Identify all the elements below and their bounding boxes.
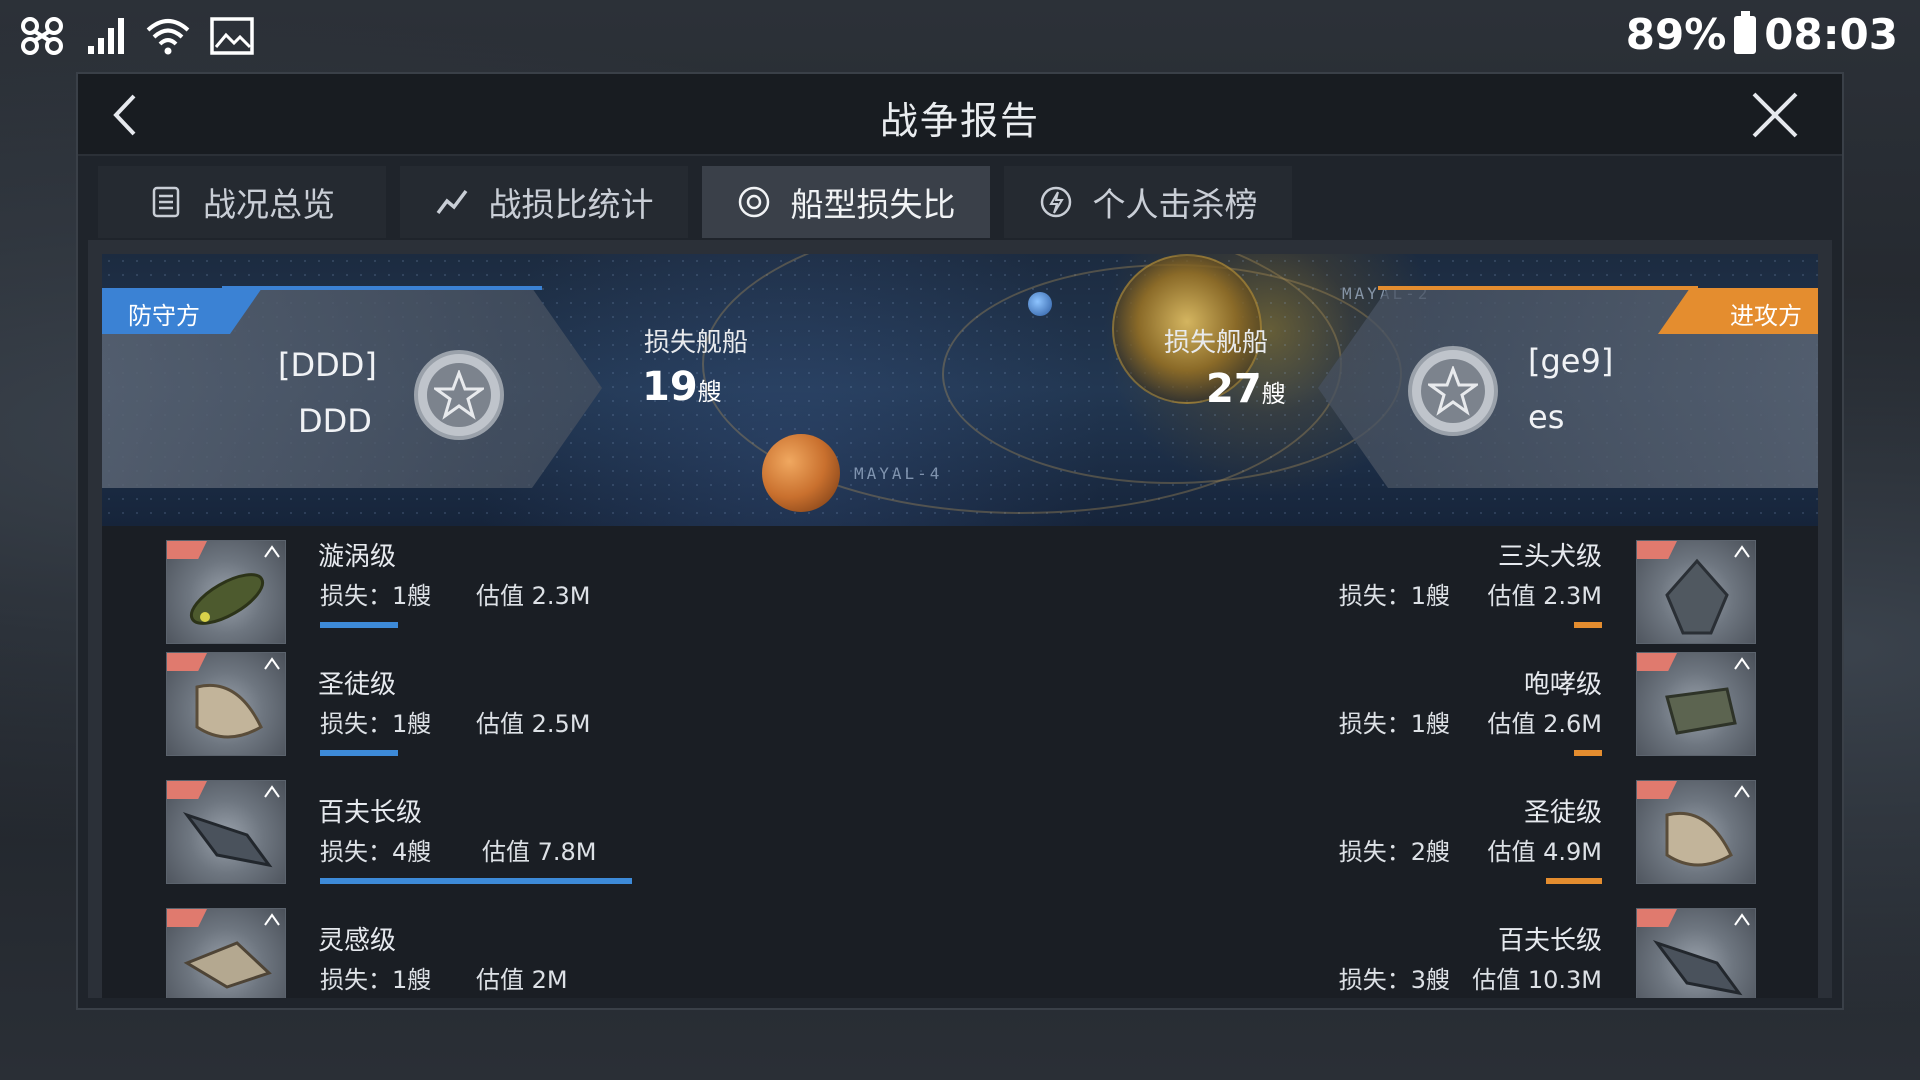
attacker-ship-name: 百夫长级 [1497,926,1602,956]
defender-guild-name: DDD [298,402,372,440]
attacker-loss-bar [1546,878,1602,884]
defender-ship-loss: 损失：4艘 [320,838,432,866]
defender-ship-loss: 损失：1艘 [320,582,432,610]
lightning-icon [1040,186,1071,218]
map-label: MAYAL-4 [854,464,943,483]
defender-ship-loss: 损失：1艘 [320,710,432,738]
defender-ship-name: 圣徒级 [318,670,397,700]
attacker-ship-loss: 损失：3艘 [1338,966,1450,994]
planet-blue [1028,292,1052,316]
defender-loss-number: 19 [642,364,698,410]
cellular-signal-icon [88,18,124,54]
attacker-ship-thumbnail[interactable] [1636,652,1756,756]
battle-banner: MAYAL-4 MAYAL-2 防守方 进攻方 [DDD] DDD [102,254,1818,526]
defender-guild-tag: [DDD] [278,346,377,384]
document-icon [152,186,180,218]
defender-ship-value: 估值 2.5M [476,710,591,738]
attacker-ship-thumbnail[interactable] [1636,780,1756,884]
tab-label: 船型损失比 [790,185,956,224]
attacker-ship-value: 估值 2.3M [1487,582,1602,610]
ship-icon [182,812,273,868]
attacker-ship-name: 圣徒级 [1523,798,1602,828]
attacker-ship-loss: 损失：2艘 [1338,838,1450,866]
content-inner[interactable]: MAYAL-4 MAYAL-2 防守方 进攻方 [DDD] DDD [102,254,1818,998]
trend-line-icon [436,189,467,215]
status-icons-right: 89% 08:03 [1626,10,1898,59]
attacker-ship-loss: 损失：1艘 [1338,710,1450,738]
tab-battle-overview[interactable]: 战况总览 [98,166,386,238]
tab-bar: 战况总览 战损比统计 船型损失比 个人击杀榜 [98,166,1292,238]
defender-ship-thumbnail[interactable] [166,540,286,644]
close-button[interactable] [1748,88,1802,142]
title-bar: 战争报告 [78,74,1842,156]
attacker-ship-loss: 损失：1艘 [1338,582,1450,610]
status-icons-left [16,14,254,58]
ship-icon [1665,558,1729,635]
defender-ship-value: 估值 7.8M [482,838,597,866]
tab-loss-ratio-stats[interactable]: 战损比统计 [400,166,688,238]
tab-label: 战况总览 [203,185,335,224]
defender-emblem[interactable] [414,350,504,440]
star-emblem-icon [1428,366,1478,416]
ship-icon [1665,811,1733,867]
defender-ship-name: 灵感级 [318,926,397,956]
defender-loss-bar [320,750,398,756]
defender-accent-line [222,286,542,290]
battery-percent: 89% [1625,10,1727,59]
star-emblem-icon [434,370,484,420]
clock: 08:03 [1764,10,1898,59]
defender-loss-count: 19艘 [642,364,722,410]
ship-icon [1665,687,1737,735]
defender-loss-label: 损失舰船 [644,328,749,358]
defender-loss-bar [320,878,632,884]
attacker-loss-number: 27 [1206,366,1262,412]
defender-loss-unit: 艘 [697,378,722,406]
defender-ship-value: 估值 2.3M [476,582,591,610]
defender-ship-name: 百夫长级 [318,798,423,828]
attacker-ship-thumbnail[interactable] [1636,908,1756,998]
war-report-dialog: 战争报告 战况总览 战损比统计 船型损失比 个人击杀榜 MAYAL-4 防守方 … [76,72,1844,1010]
attacker-ship-value: 估值 4.9M [1487,838,1602,866]
defender-ship-thumbnail[interactable] [166,652,286,756]
defender-ship-value: 估值 2M [476,966,568,994]
defender-ship-thumbnail[interactable] [166,780,286,884]
attacker-ship-value: 估值 2.6M [1487,710,1602,738]
ship-loss-list[interactable]: 漩涡级 损失：1艘 估值 2.3M 三头犬级 损失：1艘 估值 2.3M 圣徒级… [102,526,1818,998]
defender-ship-thumbnail[interactable] [166,908,286,998]
attacker-ship-thumbnail[interactable] [1636,540,1756,644]
carrier-logo-icon [21,17,63,55]
attacker-accent-line [1378,286,1698,290]
ship-icon [1652,940,1743,996]
attacker-ship-name: 三头犬级 [1497,542,1602,572]
tab-ship-type-loss[interactable]: 船型损失比 [702,166,990,238]
status-bar: 89% 08:03 [0,0,1920,72]
defender-ship-name: 漩涡级 [318,542,397,572]
tab-label: 战损比统计 [488,185,654,224]
defender-ship-loss: 损失：1艘 [320,966,432,994]
attacker-loss-count: 27艘 [1206,366,1286,412]
defender-loss-bar [320,622,398,628]
ship-icon [189,573,265,625]
content-panel: MAYAL-4 MAYAL-2 防守方 进攻方 [DDD] DDD [88,240,1832,998]
wifi-icon [146,19,190,55]
planet-mars [762,434,840,512]
target-icon [738,186,769,218]
attacker-loss-label: 损失舰船 [1164,328,1269,358]
tab-label: 个人击杀榜 [1092,185,1258,224]
attacker-guild-tag: [ge9] [1528,342,1614,380]
battery-icon [1734,10,1757,54]
ship-icon [195,683,263,739]
attacker-loss-bar [1574,750,1602,756]
tab-kill-leaderboard[interactable]: 个人击杀榜 [1004,166,1292,238]
image-icon [210,17,254,55]
attacker-guild-name: es [1528,398,1565,436]
attacker-emblem[interactable] [1408,346,1498,436]
attacker-ship-value: 估值 10.3M [1472,966,1602,994]
attacker-loss-unit: 艘 [1261,380,1286,408]
attacker-ship-name: 咆哮级 [1523,670,1602,700]
page-title: 战争报告 [879,99,1040,143]
attacker-loss-bar [1574,622,1602,628]
ship-icon [183,941,272,989]
